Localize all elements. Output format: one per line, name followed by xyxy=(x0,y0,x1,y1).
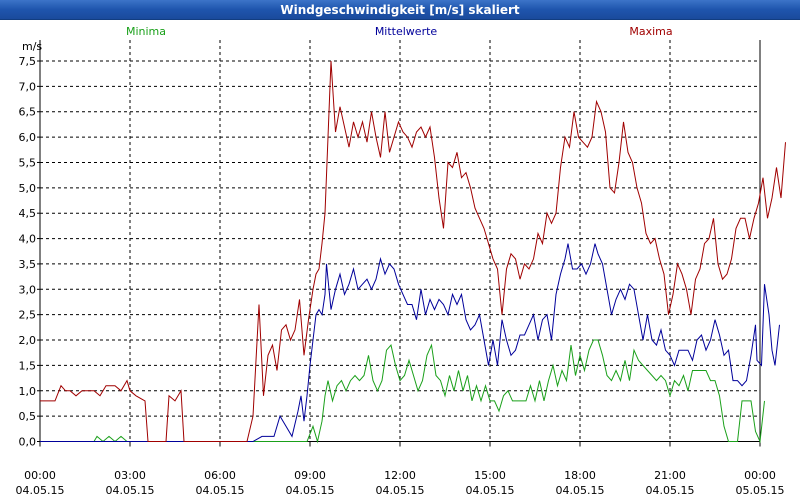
chart-background xyxy=(0,20,800,500)
x-tick-time: 00:00 xyxy=(744,469,776,482)
y-tick-label: 7,0 xyxy=(19,80,37,93)
y-tick-label: 0,0 xyxy=(19,436,37,449)
x-tick-time: 09:00 xyxy=(294,469,326,482)
y-tick-label: 4,5 xyxy=(19,207,37,220)
x-tick-time: 21:00 xyxy=(654,469,686,482)
x-tick-date: 04.05.15 xyxy=(286,484,335,497)
x-tick-date: 04.05.15 xyxy=(16,484,65,497)
x-tick-date: 04.05.15 xyxy=(106,484,155,497)
x-tick-date: 04.05.15 xyxy=(466,484,515,497)
x-tick-time: 03:00 xyxy=(114,469,146,482)
y-tick-label: 4,0 xyxy=(19,233,37,246)
y-tick-label: 7,5 xyxy=(19,55,37,68)
x-tick-date: 04.05.15 xyxy=(376,484,425,497)
chart-window: Windgeschwindigkeit [m/s] skaliert 0,0 0,… xyxy=(0,0,800,500)
y-tick-label: 5,5 xyxy=(19,156,37,169)
y-tick-label: 3,0 xyxy=(19,283,37,296)
x-tick-time: 12:00 xyxy=(384,469,416,482)
y-tick-label: 3,5 xyxy=(19,258,37,271)
x-tick-time: 06:00 xyxy=(204,469,236,482)
x-tick-date: 04.05.15 xyxy=(646,484,695,497)
y-tick-label: 2,0 xyxy=(19,334,37,347)
y-tick-label: 2,5 xyxy=(19,309,37,322)
y-tick-label: 1,0 xyxy=(19,385,37,398)
y-axis-unit-label: m/s xyxy=(22,40,42,53)
y-tick-label: 6,0 xyxy=(19,131,37,144)
y-tick-label: 6,5 xyxy=(19,106,37,119)
x-tick-time: 18:00 xyxy=(564,469,596,482)
wind-speed-chart: 0,0 0,5 1,0 1,5 2,0 2,5 3,0 3,5 4,0 4,5 5,0 5,5 6,0 6… xyxy=(0,20,800,500)
x-tick-time: 15:00 xyxy=(474,469,506,482)
legend-maxima: Maxima xyxy=(629,25,672,38)
x-tick-date: 04.05.15 xyxy=(196,484,245,497)
y-tick-label: 1,5 xyxy=(19,359,37,372)
x-tick-date: 05.05.15 xyxy=(736,484,785,497)
legend-minima: Minima xyxy=(126,25,166,38)
x-tick-time: 00:00 xyxy=(24,469,56,482)
y-tick-label: 5,0 xyxy=(19,182,37,195)
y-tick-label: 0,5 xyxy=(19,410,37,423)
x-tick-date: 04.05.15 xyxy=(556,484,605,497)
legend-mittelwerte: Mittelwerte xyxy=(375,25,438,38)
